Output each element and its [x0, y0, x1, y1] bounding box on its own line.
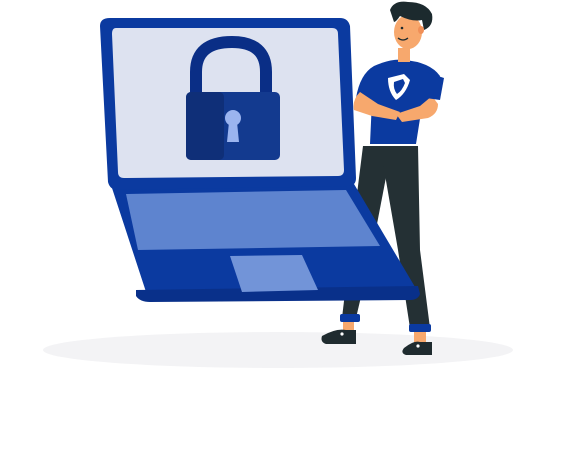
person-back-shoe [321, 329, 356, 344]
laptop-keyboard-deck [126, 190, 380, 250]
shoe-lace-back [340, 332, 344, 336]
shoe-lace-front [416, 344, 420, 348]
padlock-body-shade [186, 92, 224, 160]
person-front-ankle [414, 332, 426, 342]
person-front-cuff [409, 324, 431, 332]
person-front-leg [380, 146, 430, 328]
person-sleeve-right [426, 72, 444, 100]
security-illustration [0, 0, 562, 476]
padlock-keyhole-slot [227, 122, 239, 142]
person-eye [400, 26, 404, 30]
ground-shadow [43, 332, 513, 368]
person-neck [398, 48, 410, 62]
person-back-cuff [340, 314, 360, 322]
person-ear [418, 26, 424, 34]
illustration-canvas [43, 1, 513, 368]
